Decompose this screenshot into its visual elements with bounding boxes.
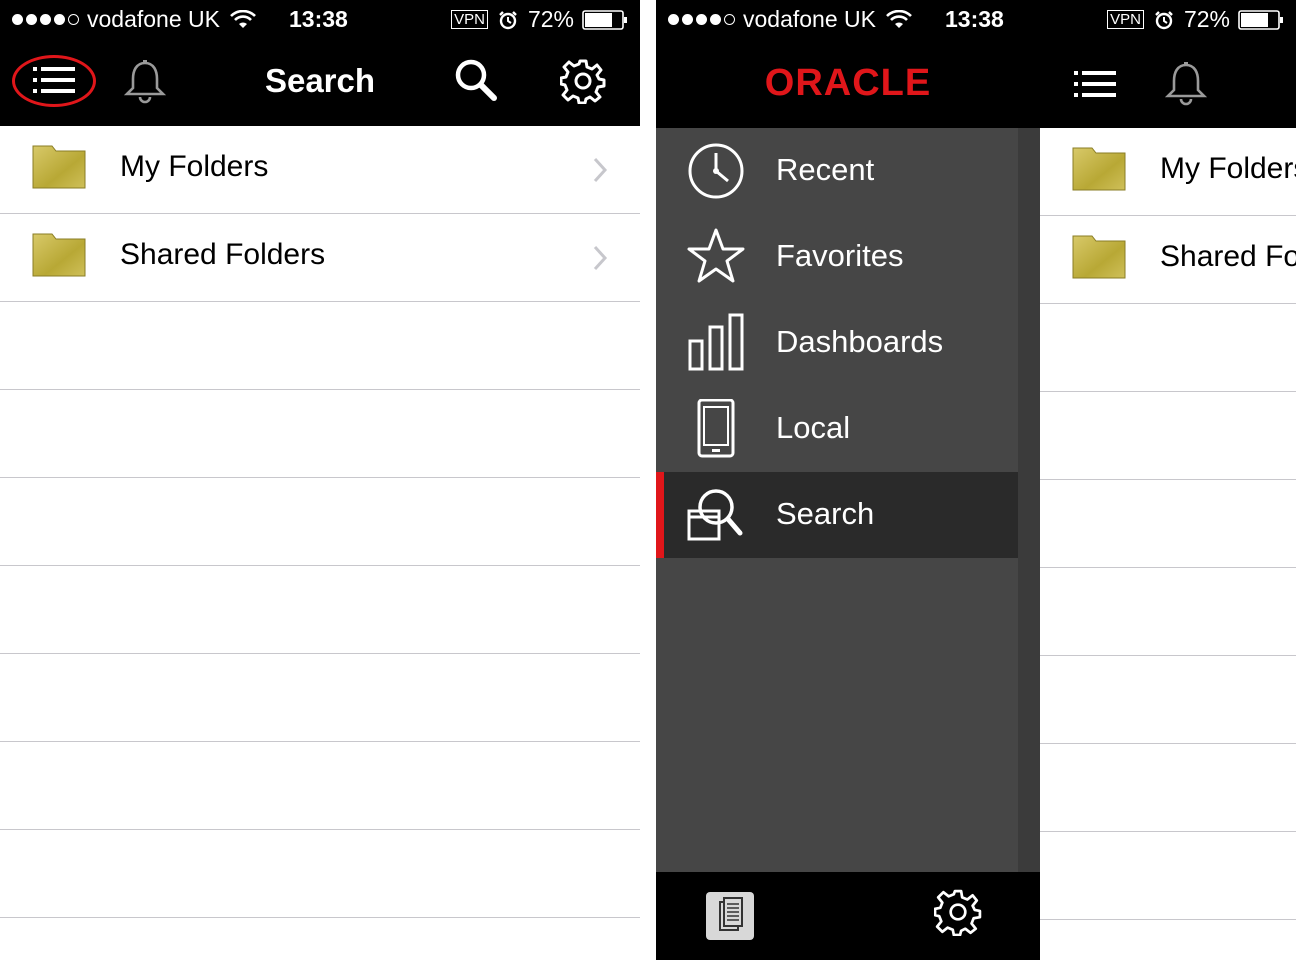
folder-list-partial: My Folders Shared Fo [1040, 128, 1296, 960]
list-item-label: Shared Folders [120, 238, 326, 271]
menu-item-label: Recent [776, 152, 875, 187]
status-bar: vodafone UK 13:38 VPN 72% [656, 0, 1296, 40]
star-icon [687, 228, 745, 283]
nav-bar-partial [1040, 40, 1296, 128]
oracle-logo-text: ORACLE [765, 64, 931, 100]
phone-icon [697, 399, 735, 458]
empty-row [1040, 656, 1296, 744]
menu-item-favorites[interactable]: Favorites [656, 214, 1018, 300]
chevron-right-icon [593, 245, 608, 271]
menu-item-dashboards[interactable]: Dashboards [656, 300, 1018, 386]
search-icon[interactable] [454, 58, 498, 102]
carrier-name: vodafone UK [743, 6, 876, 32]
menu-item-recent[interactable]: Recent [656, 128, 1018, 214]
carrier-name: vodafone UK [87, 6, 220, 32]
bell-icon[interactable] [1165, 62, 1207, 106]
status-bar-left: vodafone UK [668, 6, 912, 33]
list-item-label: My Folders [120, 150, 269, 183]
battery-percent: 72% [1183, 6, 1230, 32]
screen-divider [640, 0, 656, 960]
clock-icon [688, 143, 744, 199]
chevron-right-icon [593, 157, 608, 183]
right-screen: vodafone UK 13:38 VPN 72% ORACLE Recent … [656, 0, 1296, 960]
folder-icon [1072, 235, 1126, 279]
menu-scrollbar[interactable] [1018, 128, 1040, 872]
empty-row [0, 830, 640, 918]
empty-row [0, 742, 640, 830]
menu-item-label: Search [776, 496, 875, 531]
page-title: Search [264, 62, 376, 99]
folder-icon [1072, 147, 1126, 191]
menu-list-icon[interactable] [1074, 68, 1118, 100]
menu-item-label: Favorites [776, 238, 904, 273]
alarm-icon [1155, 10, 1173, 29]
active-indicator [656, 472, 664, 558]
battery-percent: 72% [527, 6, 574, 32]
list-item[interactable]: Shared Fo [1040, 216, 1296, 304]
server-icon [719, 897, 743, 931]
empty-row [0, 302, 640, 390]
gear-icon[interactable] [560, 58, 606, 104]
menu-header: ORACLE [656, 40, 1040, 128]
search-catalog-icon [687, 489, 743, 541]
status-bar-right: VPN 72% [451, 6, 628, 33]
folder-icon [32, 233, 86, 277]
signal-strength-icon [12, 14, 79, 25]
empty-row [0, 918, 640, 960]
folder-list: My Folders Shared Folders [0, 126, 640, 960]
menu-item-search[interactable]: Search [656, 472, 1018, 558]
wifi-icon [886, 9, 912, 28]
empty-row [0, 478, 640, 566]
empty-row [1040, 480, 1296, 568]
battery-icon [1238, 9, 1283, 30]
servers-button[interactable] [706, 892, 754, 940]
signal-strength-icon [668, 14, 735, 25]
empty-row [1040, 392, 1296, 480]
empty-row [1040, 920, 1296, 960]
vpn-badge: VPN [451, 10, 488, 29]
list-item[interactable]: My Folders [1040, 128, 1296, 216]
clock-time: 13:38 [945, 6, 1004, 32]
left-screen: vodafone UK 13:38 VPN 72% Search My Fold… [0, 0, 640, 960]
status-bar: vodafone UK 13:38 VPN 72% [0, 0, 640, 40]
folder-icon [32, 145, 86, 189]
menu-item-label: Local [776, 410, 851, 445]
menu-item-label: Dashboards [776, 324, 944, 359]
wifi-icon [230, 9, 256, 28]
menu-footer [656, 872, 1040, 960]
oracle-logo: ORACLE [765, 64, 931, 100]
settings-gear-icon[interactable] [934, 888, 982, 936]
clock-time: 13:38 [289, 6, 348, 32]
list-item[interactable]: Shared Folders [0, 214, 640, 302]
side-menu: Recent Favorites Dashboards Local Search [656, 128, 1040, 872]
empty-row [0, 654, 640, 742]
list-item[interactable]: My Folders [0, 126, 640, 214]
empty-row [0, 566, 640, 654]
empty-row [1040, 304, 1296, 392]
alarm-icon [499, 10, 517, 29]
battery-icon [582, 9, 627, 30]
nav-bar: Search [0, 40, 640, 126]
empty-row [1040, 568, 1296, 656]
empty-row [1040, 744, 1296, 832]
bar-chart-icon [688, 313, 744, 371]
status-bar-right: VPN 72% [1107, 6, 1284, 33]
list-item-label: Shared Fo [1160, 240, 1296, 273]
status-bar-left: vodafone UK [12, 6, 256, 33]
list-item-label: My Folders [1160, 152, 1296, 185]
empty-row [1040, 832, 1296, 920]
empty-row [0, 390, 640, 478]
menu-item-local[interactable]: Local [656, 386, 1018, 472]
vpn-badge: VPN [1107, 10, 1144, 29]
